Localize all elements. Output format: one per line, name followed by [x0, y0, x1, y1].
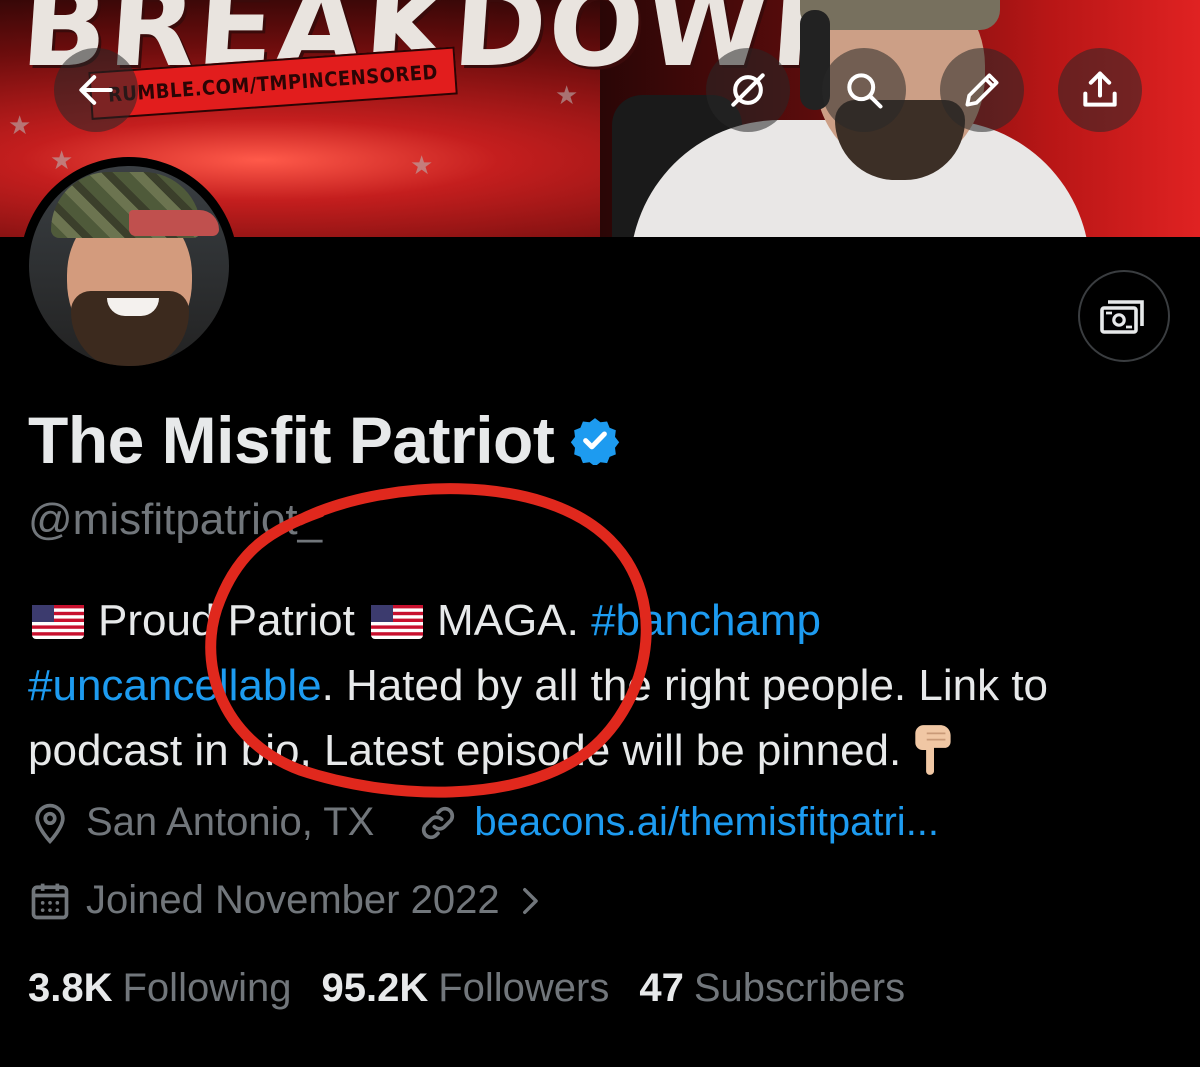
- arrow-left-icon: [79, 75, 113, 105]
- joined-date-row[interactable]: Joined November 2022: [28, 878, 546, 923]
- star-icon: ★: [8, 110, 32, 140]
- search-button[interactable]: [822, 48, 906, 132]
- money-icon: [1100, 300, 1144, 334]
- bio-text-proud-patriot: Proud Patriot: [98, 596, 355, 645]
- subscribe-money-button[interactable]: [1078, 270, 1170, 362]
- hashtag-uncancellable-link[interactable]: #uncancellable: [28, 661, 322, 710]
- back-button[interactable]: [54, 48, 138, 132]
- display-name-row: The Misfit Patriot: [28, 402, 620, 478]
- location-text: San Antonio, TX: [86, 800, 375, 844]
- banner-url-text: RUMBLE.COM/TMPINCENSORED: [107, 59, 439, 107]
- website-link[interactable]: beacons.ai/themisfitpatri...: [474, 800, 939, 845]
- hashtag-banchamp-link[interactable]: #banchamp: [591, 596, 821, 645]
- following-count: 3.8K: [28, 966, 113, 1010]
- edit-button[interactable]: [940, 48, 1024, 132]
- following-label: Following: [122, 966, 292, 1010]
- us-flag-icon: [32, 605, 84, 639]
- subscribers-count: 47: [639, 966, 684, 1010]
- grok-button[interactable]: [706, 48, 790, 132]
- profile-meta-location-website: San Antonio, TX beacons.ai/themisfitpatr…: [28, 800, 939, 845]
- link-icon: [422, 806, 455, 839]
- pointing-down-hand-icon: [915, 725, 951, 775]
- followers-stat[interactable]: 95.2K Followers: [321, 966, 609, 1011]
- followers-count: 95.2K: [321, 966, 429, 1010]
- profile-bio: Proud Patriot MAGA. #banchamp #uncancella…: [28, 588, 1178, 783]
- star-icon: ★: [410, 150, 434, 180]
- us-flag-icon: [371, 605, 424, 639]
- avatar-image: [29, 166, 229, 366]
- location-pin-icon: [35, 803, 65, 844]
- grok-icon: [731, 73, 765, 107]
- verified-badge-icon[interactable]: [570, 415, 620, 465]
- bio-text-maga: MAGA.: [437, 596, 579, 645]
- star-icon: ★: [555, 80, 579, 110]
- share-button[interactable]: [1058, 48, 1142, 132]
- share-icon: [1083, 71, 1117, 107]
- chevron-right-icon: [522, 887, 538, 914]
- profile-handle: @misfitpatriot_: [28, 495, 323, 544]
- star-icon: ★: [50, 145, 74, 175]
- subscribers-label: Subscribers: [693, 966, 906, 1010]
- followers-label: Followers: [438, 966, 610, 1010]
- following-stat[interactable]: 3.8K Following: [28, 966, 291, 1011]
- subscribers-stat[interactable]: 47 Subscribers: [639, 966, 905, 1011]
- pencil-icon: [965, 73, 999, 107]
- search-icon: [847, 73, 883, 109]
- profile-stats: 3.8K Following 95.2K Followers 47 Subscribe…: [28, 966, 935, 1011]
- calendar-icon: [31, 883, 69, 919]
- joined-date-text: Joined November 2022: [86, 878, 500, 922]
- profile-avatar[interactable]: [20, 157, 238, 375]
- display-name: The Misfit Patriot: [28, 403, 555, 477]
